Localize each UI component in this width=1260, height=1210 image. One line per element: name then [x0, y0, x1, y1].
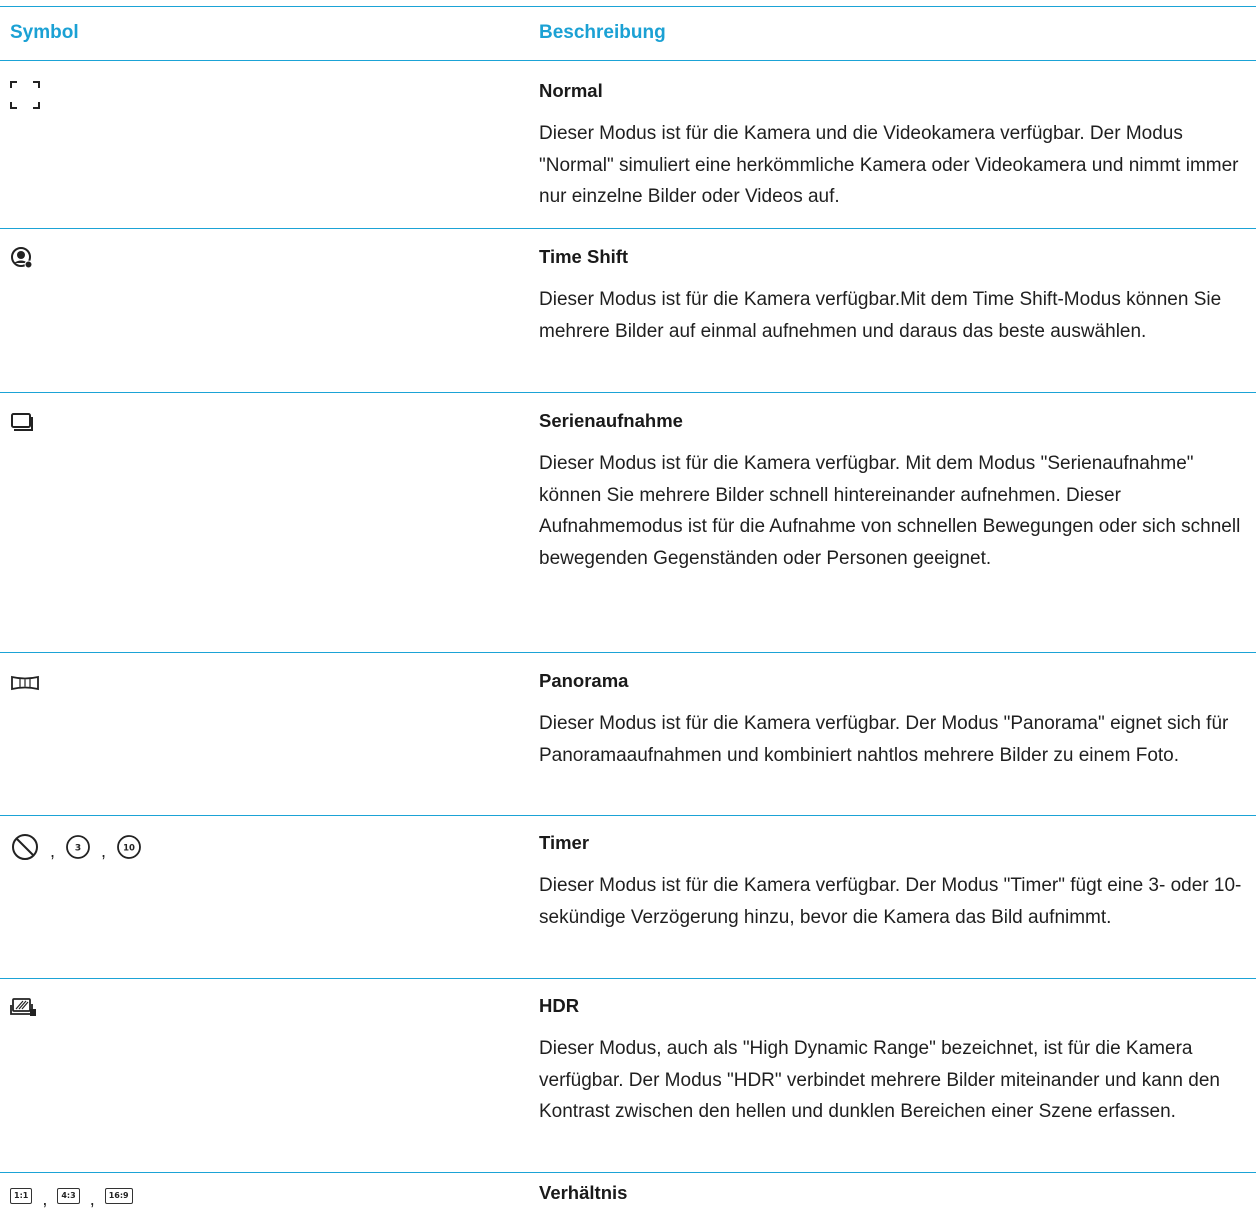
row-title: Verhältnis	[539, 1182, 628, 1203]
panorama-icon	[10, 674, 40, 692]
row-divider	[0, 392, 1256, 393]
row-title: Time Shift	[539, 246, 629, 267]
row-divider	[0, 978, 1256, 979]
ratio-16-9-icon: 16:9	[104, 1187, 133, 1204]
header-symbol: Symbol	[10, 22, 79, 43]
timer-off-icon	[12, 834, 38, 860]
separator: ,	[50, 840, 56, 861]
row-title: Serienaufnahme	[539, 410, 683, 431]
row-divider	[0, 1172, 1256, 1173]
row-text: Dieser Modus, auch als "High Dynamic Ran…	[539, 1038, 1220, 1122]
hdr-icon	[10, 997, 38, 1019]
row-divider	[0, 815, 1256, 816]
row-title: Timer	[539, 832, 590, 853]
row-divider	[0, 652, 1256, 653]
timer-3-label: 3	[75, 844, 81, 854]
row-title: Normal	[539, 80, 603, 101]
separator: ,	[101, 840, 107, 861]
row-title: HDR	[539, 995, 580, 1016]
normal-frame-icon	[10, 80, 40, 110]
row-description: HDR Dieser Modus, auch als "High Dynamic…	[539, 995, 1251, 1128]
header-description: Beschreibung	[539, 22, 666, 43]
burst-icon	[10, 412, 36, 434]
row-text: Dieser Modus ist für die Kamera und die …	[539, 123, 1239, 207]
timer-3-icon: 3	[66, 835, 90, 859]
row-text: Dieser Modus ist für die Kamera verfügba…	[539, 453, 1241, 569]
separator: ,	[89, 1189, 95, 1209]
ratio-1-1-icon: 1:1	[10, 1187, 33, 1204]
row-description: Normal Dieser Modus ist für die Kamera u…	[539, 80, 1251, 213]
row-description: Verhältnis	[539, 1182, 1251, 1204]
row-description: Time Shift Dieser Modus ist für die Kame…	[539, 246, 1251, 347]
header-rule	[0, 60, 1256, 61]
separator: ,	[42, 1189, 48, 1209]
row-text: Dieser Modus ist für die Kamera verfügba…	[539, 289, 1222, 342]
row-title: Panorama	[539, 670, 629, 691]
row-description: Panorama Dieser Modus ist für die Kamera…	[539, 670, 1251, 771]
time-shift-icon	[10, 246, 34, 270]
timer-10-icon: 10	[117, 835, 141, 859]
row-text: Dieser Modus ist für die Kamera verfügba…	[539, 875, 1242, 928]
row-description: Timer Dieser Modus ist für die Kamera ve…	[539, 832, 1251, 933]
row-divider	[0, 228, 1256, 229]
timer-icons: , 3 , 10	[10, 832, 142, 862]
row-text: Dieser Modus ist für die Kamera verfügba…	[539, 713, 1229, 766]
row-description: Serienaufnahme Dieser Modus ist für die …	[539, 410, 1251, 574]
table-top-rule	[0, 6, 1256, 7]
ratio-4-3-icon: 4:3	[57, 1187, 80, 1204]
aspect-ratio-icons: 1:1 , 4:3 , 16:9	[10, 1185, 133, 1209]
timer-10-label: 10	[123, 844, 135, 854]
